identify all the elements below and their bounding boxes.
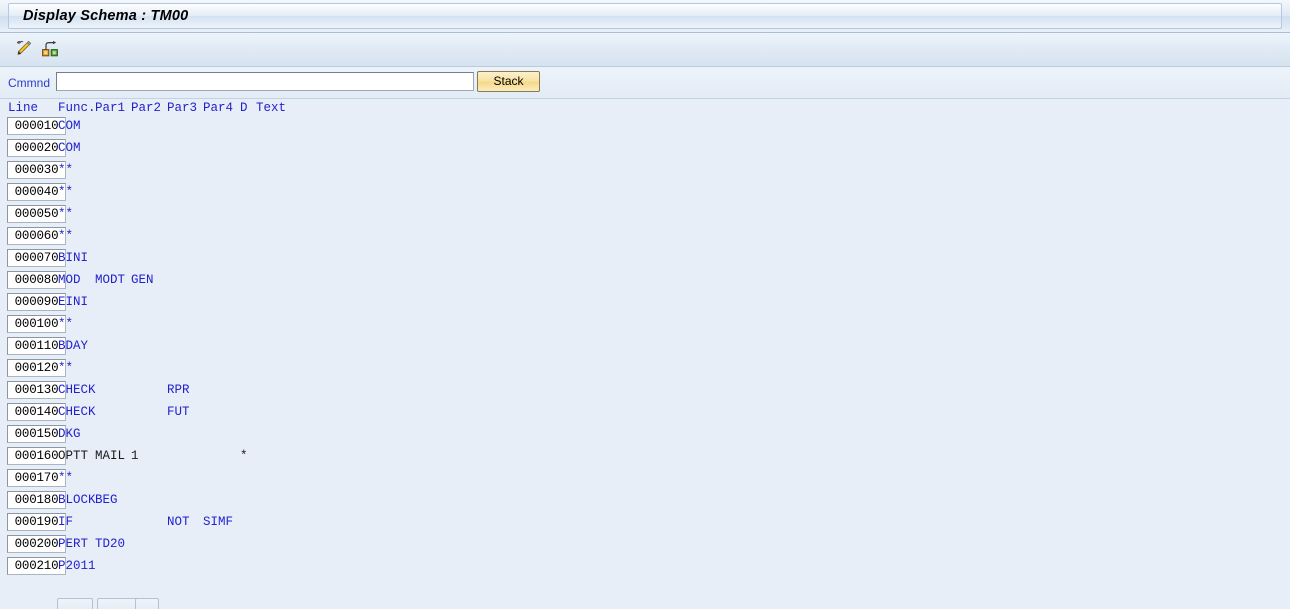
cell-d[interactable]: *: [240, 448, 248, 464]
cell-func[interactable]: **: [58, 470, 73, 486]
page-title: Display Schema : TM00: [23, 8, 189, 24]
cell-func[interactable]: **: [58, 228, 73, 244]
cell-func[interactable]: **: [58, 184, 73, 200]
window-title-bar: Display Schema : TM00: [0, 0, 1290, 33]
table-body: 000010 COM 000020 COM 000030 ** 000040 ** 000050…: [0, 117, 1290, 579]
bottom-button-3[interactable]: [135, 598, 159, 609]
cell-func[interactable]: BLOCK: [58, 492, 96, 508]
bottom-button-strip: [0, 596, 1290, 609]
table-row[interactable]: 000160 OPTT MAIL 1 *: [0, 447, 1290, 469]
cell-par1[interactable]: MAIL: [95, 448, 125, 464]
table-row[interactable]: 000110 BDAY: [0, 337, 1290, 359]
command-input[interactable]: [56, 72, 474, 91]
title-bar-inner: Display Schema : TM00: [8, 3, 1282, 29]
application-toolbar: © www.tutorialkart.com: [0, 33, 1290, 96]
column-header-par3: Par3: [167, 101, 198, 115]
table-header-row: Line Func. Par1 Par2 Par3 Par4 D Text: [0, 99, 1290, 117]
cell-func[interactable]: **: [58, 162, 73, 178]
cell-func[interactable]: **: [58, 316, 73, 332]
table-row[interactable]: 000010 COM: [0, 117, 1290, 139]
column-header-line: Line: [8, 101, 39, 115]
cell-par1[interactable]: TD20: [95, 536, 125, 552]
column-header-par2: Par2: [131, 101, 162, 115]
cell-func[interactable]: PERT: [58, 536, 88, 552]
cell-par2[interactable]: GEN: [131, 272, 154, 288]
cell-func[interactable]: COM: [58, 118, 81, 134]
column-header-text: Text: [256, 101, 287, 115]
command-field-label: Cmmnd: [8, 76, 51, 90]
cell-par3[interactable]: NOT: [167, 514, 190, 530]
cell-func[interactable]: OPTT: [58, 448, 88, 464]
table-row[interactable]: 000180 BLOCK BEG: [0, 491, 1290, 513]
table-row[interactable]: 000020 COM: [0, 139, 1290, 161]
cell-par3[interactable]: RPR: [167, 382, 190, 398]
cell-func[interactable]: **: [58, 360, 73, 376]
table-row[interactable]: 000100 **: [0, 315, 1290, 337]
stack-button[interactable]: Stack: [477, 71, 540, 92]
table-row[interactable]: 000050 **: [0, 205, 1290, 227]
column-header-func: Func.: [58, 101, 96, 115]
table-row[interactable]: 000030 **: [0, 161, 1290, 183]
column-header-par4: Par4: [203, 101, 234, 115]
cell-par4[interactable]: SIMF: [203, 514, 233, 530]
hierarchy-icon: [40, 38, 60, 61]
schema-table: Line Func. Par1 Par2 Par3 Par4 D Text 00…: [0, 99, 1290, 609]
column-header-par1: Par1: [95, 101, 126, 115]
cell-func[interactable]: CHECK: [58, 382, 96, 398]
cell-func[interactable]: EINI: [58, 294, 88, 310]
table-row[interactable]: 000120 **: [0, 359, 1290, 381]
sap-display-schema-window: Display Schema : TM00 Cmmnd Stack Line F…: [0, 0, 1290, 609]
pencil-icon: [14, 38, 34, 61]
bottom-button-1[interactable]: [57, 598, 93, 609]
cell-func[interactable]: MOD: [58, 272, 81, 288]
table-row[interactable]: 000170 **: [0, 469, 1290, 491]
column-header-d: D: [240, 101, 248, 115]
cell-func[interactable]: BDAY: [58, 338, 88, 354]
cell-func[interactable]: CHECK: [58, 404, 96, 420]
table-row[interactable]: 000140 CHECK FUT: [0, 403, 1290, 425]
table-row[interactable]: 000130 CHECK RPR: [0, 381, 1290, 403]
table-row[interactable]: 000090 EINI: [0, 293, 1290, 315]
cell-func[interactable]: **: [58, 206, 73, 222]
table-row[interactable]: 000200 PERT TD20: [0, 535, 1290, 557]
table-row[interactable]: 000150 DKG: [0, 425, 1290, 447]
cell-func[interactable]: DKG: [58, 426, 81, 442]
cell-func[interactable]: P2011: [58, 558, 96, 574]
table-row[interactable]: 000060 **: [0, 227, 1290, 249]
cell-func[interactable]: BINI: [58, 250, 88, 266]
cell-func[interactable]: COM: [58, 140, 81, 156]
cell-par3[interactable]: FUT: [167, 404, 190, 420]
cell-func[interactable]: IF: [58, 514, 73, 530]
table-row[interactable]: 000070 BINI: [0, 249, 1290, 271]
cell-par1[interactable]: MODT: [95, 272, 125, 288]
table-row[interactable]: 000210 P2011: [0, 557, 1290, 579]
table-row[interactable]: 000040 **: [0, 183, 1290, 205]
cell-par1[interactable]: BEG: [95, 492, 118, 508]
command-bar: Cmmnd Stack: [0, 67, 1290, 99]
structure-button[interactable]: [38, 37, 62, 61]
table-row[interactable]: 000190 IF NOT SIMF: [0, 513, 1290, 535]
table-row[interactable]: 000080 MOD MODT GEN: [0, 271, 1290, 293]
toggle-display-change-button[interactable]: [12, 37, 36, 61]
cell-par2[interactable]: 1: [131, 448, 139, 464]
